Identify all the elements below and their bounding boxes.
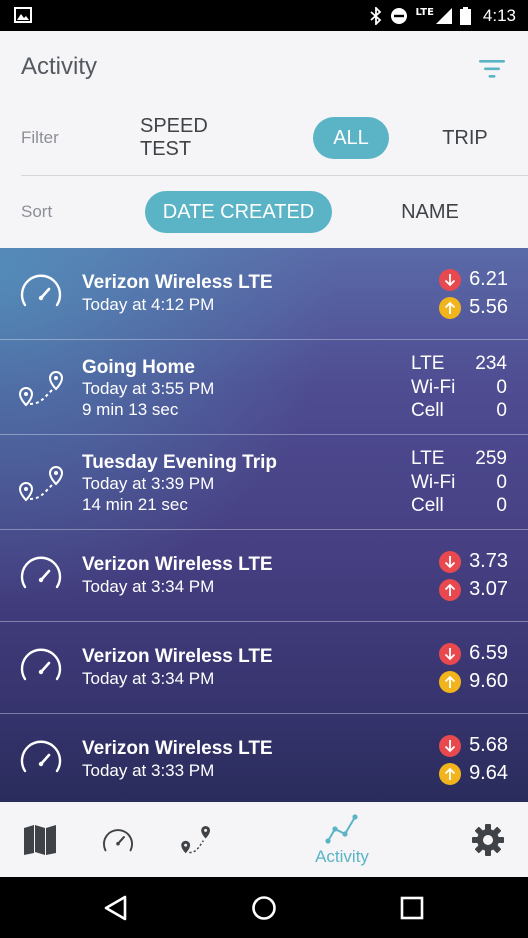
trip-cell-row: Cell 0 xyxy=(411,400,507,421)
trip-lte-row: LTE 234 xyxy=(411,353,507,374)
download-value: 3.73 xyxy=(469,550,508,572)
sort-date-created[interactable]: DATE CREATED xyxy=(145,191,332,233)
bottom-navigation: Activity xyxy=(0,802,528,877)
item-time: Today at 3:34 PM xyxy=(82,669,215,688)
speedometer-icon xyxy=(20,274,62,307)
download-stat: 5.68 xyxy=(439,734,508,757)
gear-icon xyxy=(472,823,504,856)
signal-icon xyxy=(435,7,452,24)
item-title: Tuesday Evening Trip xyxy=(82,452,277,473)
map-icon xyxy=(24,824,56,855)
tab-speed-test[interactable] xyxy=(96,802,140,877)
upload-arrow-icon xyxy=(439,578,462,601)
activity-header: Activity Filter SPEED TEST ALL TRIP Sort… xyxy=(0,31,528,248)
download-stat: 3.73 xyxy=(439,550,508,573)
download-value: 6.59 xyxy=(469,642,508,664)
list-item[interactable]: Tuesday Evening Trip Today at 3:39 PM 14… xyxy=(0,435,528,530)
image-notification-icon xyxy=(14,7,32,23)
trip-route-icon xyxy=(18,465,64,502)
sort-label: Sort xyxy=(21,202,53,221)
upload-value: 5.56 xyxy=(469,296,508,318)
activity-list: Verizon Wireless LTE Today at 4:12 PM 6.… xyxy=(0,248,528,802)
upload-arrow-icon xyxy=(439,762,462,785)
filter-speed-test[interactable]: SPEED TEST xyxy=(140,115,264,160)
page-title: Activity xyxy=(21,53,98,80)
download-arrow-icon xyxy=(439,642,462,665)
upload-value: 9.60 xyxy=(469,670,508,692)
list-item[interactable]: Verizon Wireless LTE Today at 3:34 PM 3.… xyxy=(0,530,528,622)
item-time: Today at 3:55 PM xyxy=(82,379,215,398)
back-icon[interactable] xyxy=(101,893,131,923)
battery-icon xyxy=(459,6,471,25)
upload-stat: 9.60 xyxy=(439,670,508,693)
clock: 4:13 xyxy=(482,5,516,25)
list-item[interactable]: Verizon Wireless LTE Today at 3:33 PM 5.… xyxy=(0,714,528,802)
trip-icon xyxy=(181,825,211,853)
item-time: Today at 3:33 PM xyxy=(82,761,215,780)
item-time: Today at 4:12 PM xyxy=(82,295,215,314)
upload-stat: 9.64 xyxy=(439,762,508,785)
download-value: 6.21 xyxy=(469,268,508,290)
upload-value: 9.64 xyxy=(469,762,508,784)
upload-arrow-icon xyxy=(439,296,462,319)
upload-stat: 3.07 xyxy=(439,578,508,601)
download-stat: 6.21 xyxy=(439,268,508,291)
tab-activity[interactable]: Activity xyxy=(306,802,378,877)
tab-trip[interactable] xyxy=(174,802,218,877)
system-navigation-bar xyxy=(0,877,528,938)
download-value: 5.68 xyxy=(469,734,508,756)
speedometer-icon xyxy=(20,556,62,589)
upload-arrow-icon xyxy=(439,670,462,693)
sort-name[interactable]: NAME xyxy=(396,191,464,233)
recents-icon[interactable] xyxy=(397,893,427,923)
item-title: Verizon Wireless LTE xyxy=(82,738,273,759)
status-bar: LTE 4:13 xyxy=(0,0,528,31)
filter-all[interactable]: ALL xyxy=(313,117,389,159)
item-title: Verizon Wireless LTE xyxy=(82,646,273,667)
item-time: Today at 3:34 PM xyxy=(82,577,215,596)
download-arrow-icon xyxy=(439,550,462,573)
list-item[interactable]: Verizon Wireless LTE Today at 4:12 PM 6.… xyxy=(0,248,528,340)
speedometer-icon xyxy=(20,740,62,773)
filter-trip[interactable]: TRIP xyxy=(436,117,494,159)
tab-settings[interactable] xyxy=(466,802,510,877)
bluetooth-icon xyxy=(369,6,381,25)
trip-route-icon xyxy=(18,370,64,407)
item-title: Going Home xyxy=(82,357,195,378)
upload-value: 3.07 xyxy=(469,578,508,600)
do-not-disturb-icon xyxy=(390,7,407,24)
trip-lte-row: LTE 259 xyxy=(411,448,507,469)
item-title: Verizon Wireless LTE xyxy=(82,272,273,293)
item-title: Verizon Wireless LTE xyxy=(82,554,273,575)
home-icon[interactable] xyxy=(249,893,279,923)
list-item[interactable]: Going Home Today at 3:55 PM 9 min 13 sec… xyxy=(0,340,528,435)
download-arrow-icon xyxy=(439,734,462,757)
item-duration: 14 min 21 sec xyxy=(82,495,188,514)
speedometer-icon xyxy=(20,648,62,681)
tab-map[interactable] xyxy=(18,802,62,877)
download-stat: 6.59 xyxy=(439,642,508,665)
list-item[interactable]: Verizon Wireless LTE Today at 3:34 PM 6.… xyxy=(0,622,528,714)
trip-wifi-row: Wi-Fi 0 xyxy=(411,377,507,398)
speedometer-icon xyxy=(103,828,133,851)
tab-activity-label: Activity xyxy=(315,846,369,866)
filter-icon[interactable] xyxy=(479,59,505,79)
network-label: LTE xyxy=(415,7,434,18)
upload-stat: 5.56 xyxy=(439,296,508,319)
filter-label: Filter xyxy=(21,128,59,147)
item-time: Today at 3:39 PM xyxy=(82,474,215,493)
activity-icon xyxy=(325,813,358,844)
divider xyxy=(21,175,528,176)
item-duration: 9 min 13 sec xyxy=(82,400,179,419)
trip-wifi-row: Wi-Fi 0 xyxy=(411,472,507,493)
download-arrow-icon xyxy=(439,268,462,291)
trip-cell-row: Cell 0 xyxy=(411,495,507,516)
